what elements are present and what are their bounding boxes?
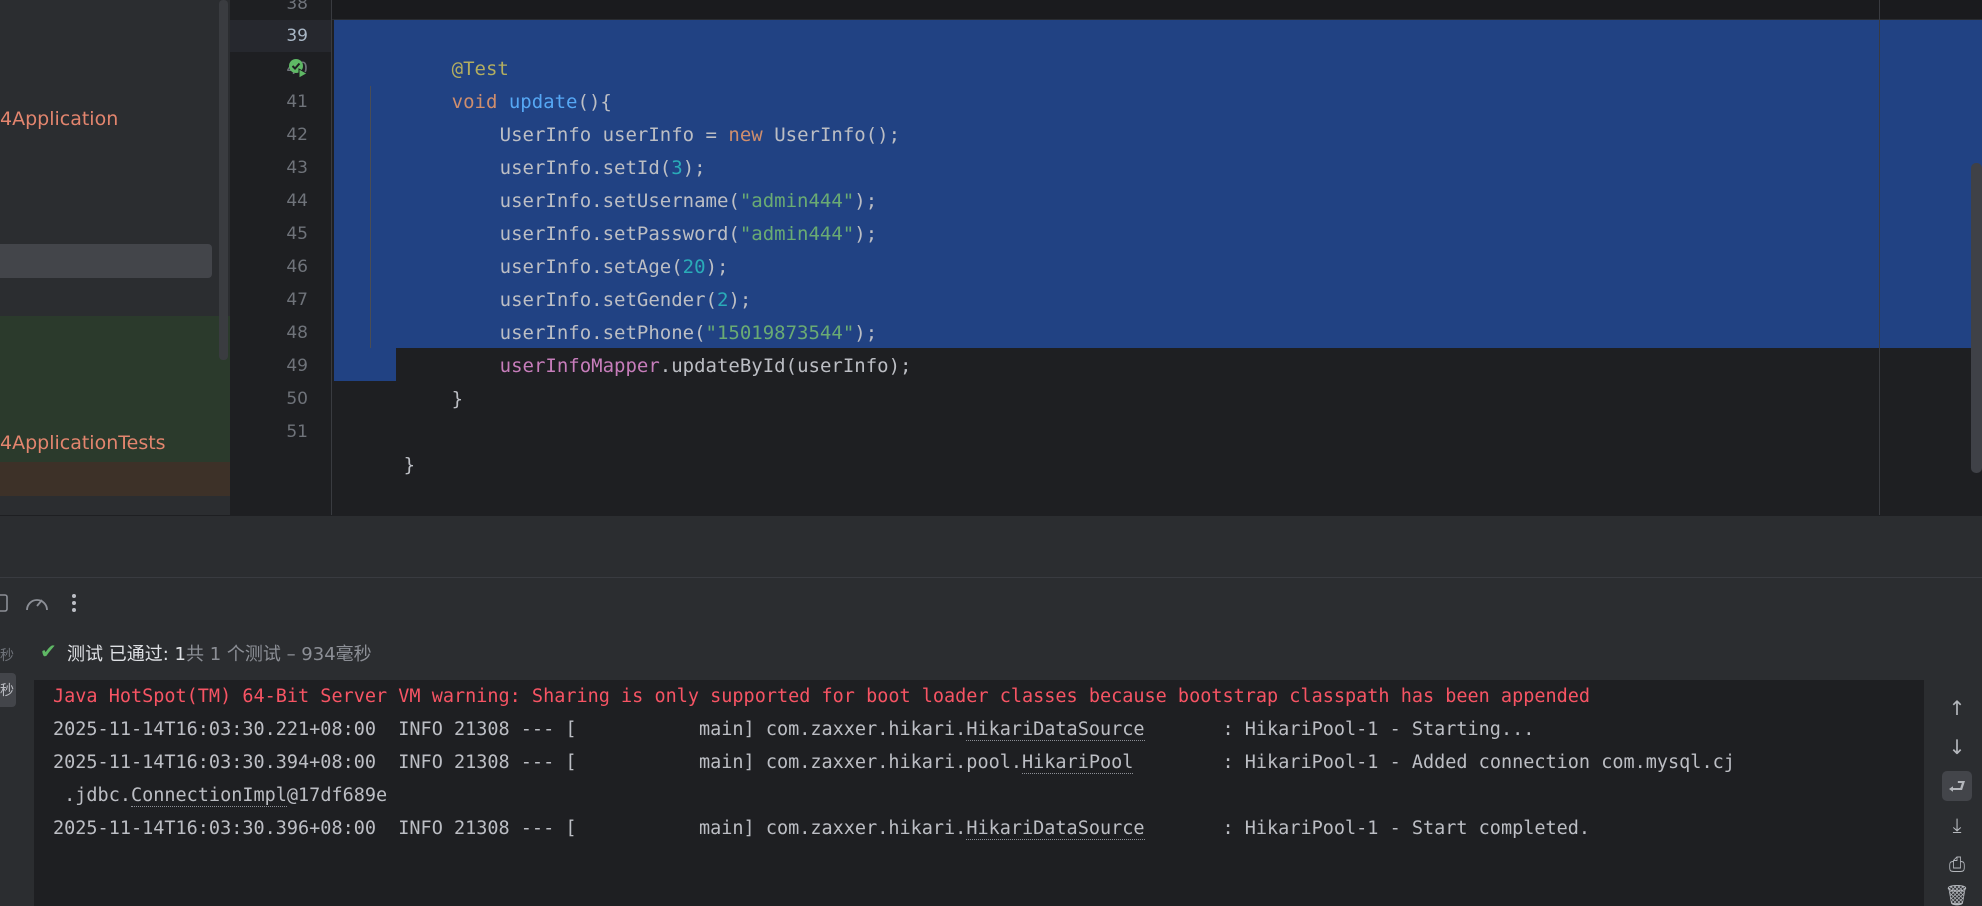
line-number: 45 xyxy=(286,224,308,244)
class-link[interactable]: HikariDataSource xyxy=(966,719,1145,741)
test-duration-label: 秒 xyxy=(0,683,14,699)
console-warning-line: Java HotSpot(TM) 64-Bit Server VM warnin… xyxy=(53,686,1591,707)
console-log-line: 2025-11-14T16:03:30.394+08:00 INFO 21308… xyxy=(53,746,1735,779)
tree-item-label: 4Application xyxy=(0,108,119,130)
log-text: : HikariPool-1 - Starting... xyxy=(1144,719,1535,740)
code-token: .updateById(userInfo); xyxy=(659,355,912,377)
editor-scrollbar[interactable] xyxy=(1971,163,1982,473)
test-runner-toolbar xyxy=(0,577,1982,629)
line-number: 48 xyxy=(286,323,308,343)
code-line-41: UserInfo userInfo = new UserInfo(); xyxy=(431,86,900,146)
line-number: 41 xyxy=(286,92,308,112)
code-line-42: userInfo.setId(3); xyxy=(431,119,706,179)
code-line-46: userInfo.setGender(2); xyxy=(431,251,752,311)
indent-guide xyxy=(370,86,371,348)
rerun-icon[interactable] xyxy=(0,592,10,614)
code-line-51: } xyxy=(335,416,415,476)
code-line-48: userInfoMapper.updateById(userInfo); xyxy=(431,317,912,377)
console-log-line-continued: .jdbc.ConnectionImpl@17df689e xyxy=(53,779,387,812)
code-line-39: @Test xyxy=(383,20,509,80)
console-output[interactable]: Java HotSpot(TM) 64-Bit Server VM warnin… xyxy=(34,680,1924,906)
log-text: 2025-11-14T16:03:30.396+08:00 INFO 21308… xyxy=(53,818,967,839)
test-duration-label: 秒 xyxy=(0,648,14,664)
test-tree-selected-row[interactable]: 秒 xyxy=(0,673,16,707)
line-number: 43 xyxy=(286,158,308,178)
log-text: : HikariPool-1 - Start completed. xyxy=(1144,818,1591,839)
code-line-47: userInfo.setPhone("15019873544"); xyxy=(431,284,878,344)
line-number: 46 xyxy=(286,257,308,277)
code-line-40: void update(){ xyxy=(383,53,612,113)
project-tree: 4Application 4ApplicationTests xyxy=(0,0,230,515)
line-number: 42 xyxy=(286,125,308,145)
console-log-line: 2025-11-14T16:03:30.221+08:00 INFO 21308… xyxy=(53,713,1534,746)
scroll-to-end-icon[interactable]: ⤓ xyxy=(1942,810,1972,840)
line-number: 51 xyxy=(286,422,308,442)
class-link[interactable]: HikariDataSource xyxy=(966,818,1145,840)
code-area[interactable]: @Test void update(){ UserInfo userInfo =… xyxy=(334,0,1982,515)
code-line-45: userInfo.setAge(20); xyxy=(431,218,729,278)
tool-window-header xyxy=(0,515,1982,578)
test-count-duration: 共 1 个测试 – 934毫秒 xyxy=(185,644,372,665)
more-vertical-icon[interactable] xyxy=(70,592,78,614)
line-number-gutter: 38 39 40 41 42 43 44 45 46 47 48 49 50 5… xyxy=(230,0,332,515)
class-link[interactable]: HikariPool xyxy=(1022,752,1134,774)
arrow-up-icon[interactable]: ↑ xyxy=(1942,693,1972,723)
log-text: .jdbc. xyxy=(53,785,131,806)
log-text: : HikariPool-1 - Added connection com.my… xyxy=(1133,752,1735,773)
gutter-separator xyxy=(331,0,332,515)
print-icon[interactable]: ⎙ xyxy=(1942,849,1972,879)
code-token: ); xyxy=(854,223,878,245)
field-token: userInfoMapper xyxy=(499,355,660,377)
line-number: 47 xyxy=(286,290,308,310)
brace-token: } xyxy=(451,388,464,410)
code-line-43: userInfo.setUsername("admin444"); xyxy=(431,152,878,212)
trash-icon[interactable]: 🗑 xyxy=(1942,884,1972,906)
test-passed-label: 测试 已通过: 1 xyxy=(67,644,186,665)
test-result-summary: 测试 已通过: 1共 1 个测试 – 934毫秒 xyxy=(67,640,372,666)
run-test-passed-icon[interactable] xyxy=(287,57,309,79)
soft-wrap-icon[interactable]: ⮐ xyxy=(1942,771,1972,801)
test-passed-check-icon: ✔ xyxy=(40,639,57,663)
line-number: 49 xyxy=(286,356,308,376)
line-number: 38 xyxy=(286,0,308,14)
console-log-line: 2025-11-14T16:03:30.396+08:00 INFO 21308… xyxy=(53,812,1590,845)
code-token: UserInfo(); xyxy=(762,124,901,146)
log-text: 2025-11-14T16:03:30.394+08:00 INFO 21308… xyxy=(53,752,1023,773)
arrow-down-icon[interactable]: ↓ xyxy=(1942,732,1972,762)
tree-scrollbar[interactable] xyxy=(219,0,228,360)
brace-token: } xyxy=(403,454,416,476)
string-token: "admin444" xyxy=(739,223,855,245)
speedometer-icon[interactable] xyxy=(24,592,50,614)
test-tree-strip: 秒 秒 xyxy=(0,629,34,906)
right-margin-guide xyxy=(1879,0,1880,515)
line-number: 44 xyxy=(286,191,308,211)
tree-item-label: 4ApplicationTests xyxy=(0,432,166,454)
line-number: 50 xyxy=(286,389,308,409)
code-line-49: } xyxy=(383,350,463,410)
code-line-44: userInfo.setPassword("admin444"); xyxy=(431,185,878,245)
tree-item-application[interactable]: 4Application xyxy=(0,103,230,135)
tree-item-application-tests[interactable]: 4ApplicationTests xyxy=(0,427,230,459)
tree-selected-row[interactable] xyxy=(0,244,212,278)
log-text: @17df689e xyxy=(286,785,388,806)
line-number: 39 xyxy=(286,26,308,46)
class-link[interactable]: ConnectionImpl xyxy=(130,785,287,807)
tree-highlight-row[interactable] xyxy=(0,462,230,496)
log-text: 2025-11-14T16:03:30.221+08:00 INFO 21308… xyxy=(53,719,967,740)
keyword-token: new xyxy=(728,124,763,146)
code-editor[interactable]: 38 39 40 41 42 43 44 45 46 47 48 49 50 5… xyxy=(230,0,1982,515)
